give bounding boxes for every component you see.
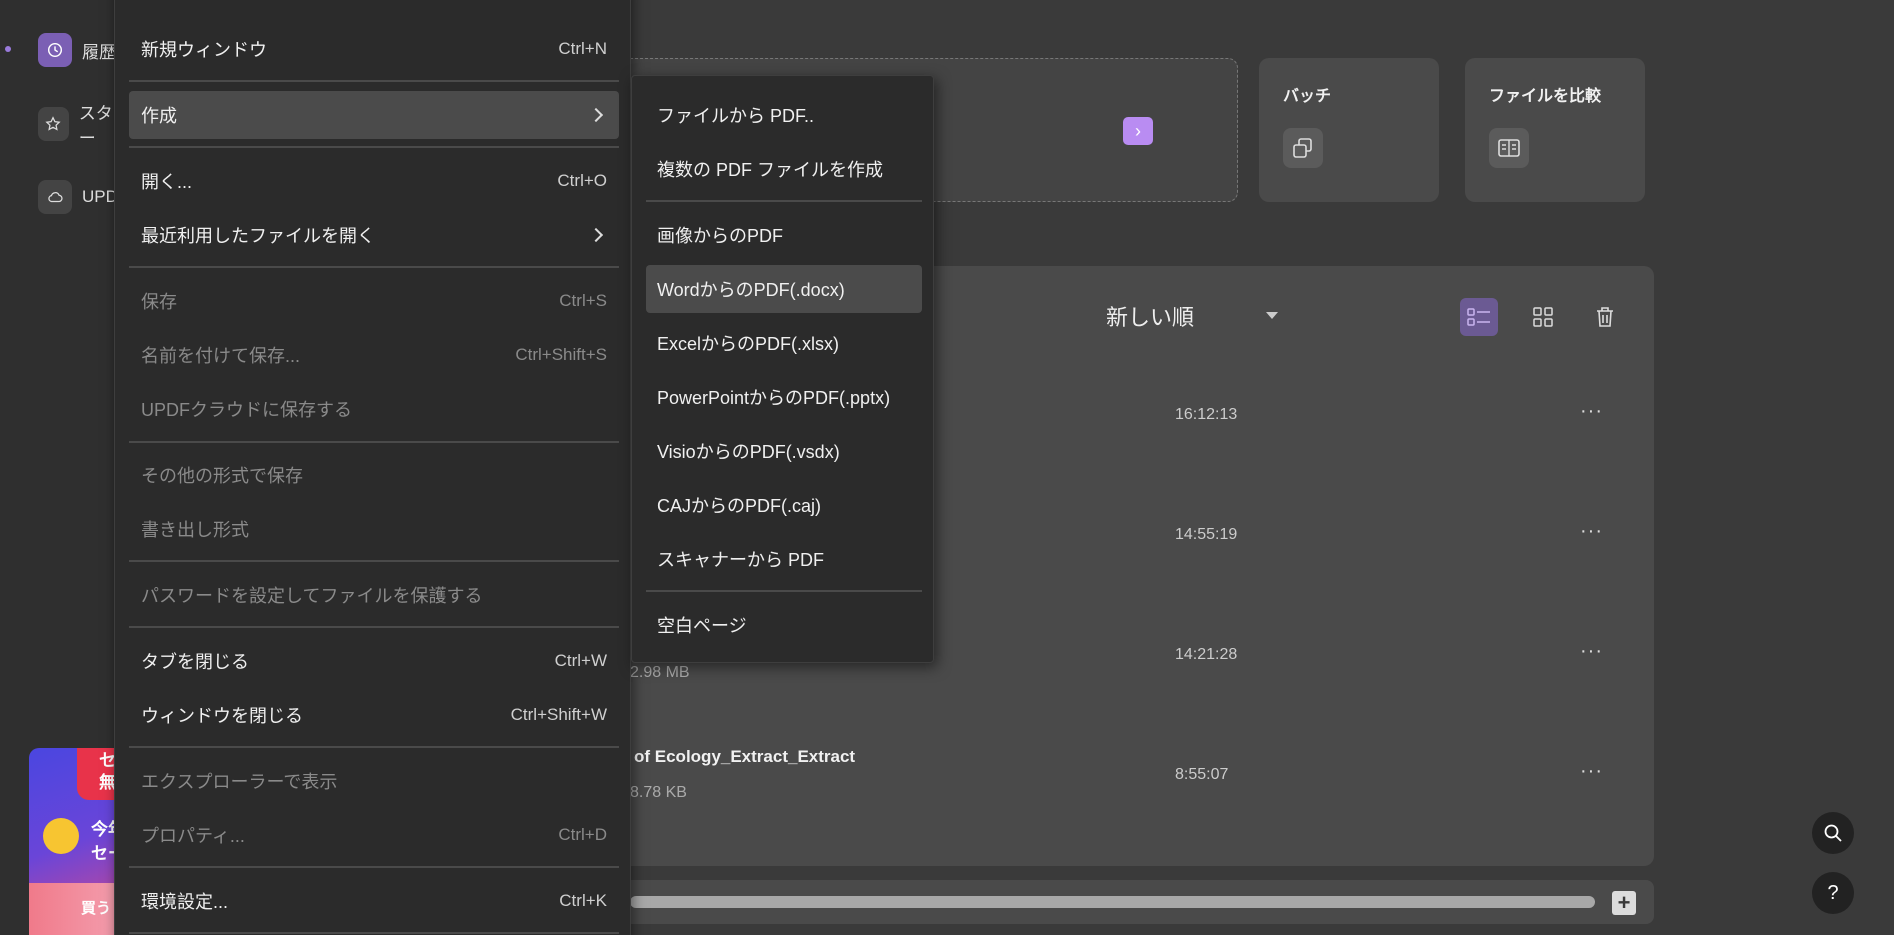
menu-item-password[interactable]: パスワードを設定してファイルを保護する	[129, 571, 619, 619]
menu-separator	[129, 932, 619, 934]
menu-separator	[129, 866, 619, 868]
create-submenu: ファイルから PDF.. 複数の PDF ファイルを作成 画像からのPDF Wo…	[631, 75, 934, 663]
menu-item-close-window[interactable]: ウィンドウを閉じる Ctrl+Shift+W	[129, 691, 619, 739]
horizontal-scrollbar[interactable]	[630, 896, 1595, 908]
batch-card[interactable]: バッチ	[1259, 58, 1439, 202]
sidebar-item-label: UPD	[82, 187, 118, 206]
more-icon[interactable]: ···	[1580, 760, 1603, 783]
emoji-icon	[43, 818, 79, 854]
arrow-right-icon[interactable]: ›	[1123, 117, 1153, 145]
buy-button[interactable]: 買う	[29, 883, 125, 935]
chevron-right-icon	[588, 227, 604, 243]
row-time: 8:55:07	[1175, 766, 1229, 783]
menu-item-save-cloud[interactable]: UPDFクラウドに保存する	[129, 385, 619, 433]
menu-separator	[646, 200, 922, 202]
file-menu: 新規ウィンドウ Ctrl+N 作成 開く... Ctrl+O 最近利用したファイ…	[114, 0, 631, 935]
row-time: 14:55:19	[1175, 526, 1238, 543]
menu-item-close-tab[interactable]: タブを閉じる Ctrl+W	[129, 637, 619, 685]
chevron-down-icon[interactable]	[1266, 312, 1278, 319]
menu-separator	[129, 146, 619, 148]
chevron-right-icon	[588, 107, 604, 123]
menu-item-properties[interactable]: プロパティ... Ctrl+D	[129, 811, 619, 859]
menu-item-recent[interactable]: 最近利用したファイルを開く	[129, 211, 619, 259]
row-time: 14:21:28	[1175, 646, 1238, 663]
search-icon[interactable]	[1812, 812, 1854, 854]
menu-separator	[129, 626, 619, 628]
menu-item-save-as[interactable]: 名前を付けて保存... Ctrl+Shift+S	[129, 331, 619, 379]
menu-separator	[129, 80, 619, 82]
menu-item-create[interactable]: 作成	[129, 91, 619, 139]
menu-item-save-other[interactable]: その他の形式で保存	[129, 451, 619, 499]
submenu-item-from-excel[interactable]: ExcelからのPDF(.xlsx)	[646, 319, 922, 367]
row-size: 2.98 MB	[630, 664, 690, 681]
help-icon[interactable]: ?	[1812, 872, 1854, 914]
row-size: 8.78 KB	[630, 784, 687, 801]
compare-icon	[1489, 128, 1529, 168]
submenu-item-from-file[interactable]: ファイルから PDF..	[646, 91, 922, 139]
submenu-item-blank-page[interactable]: 空白ページ	[646, 601, 922, 649]
more-icon[interactable]: ···	[1580, 400, 1603, 423]
menu-separator	[129, 560, 619, 562]
menu-item-open[interactable]: 開く... Ctrl+O	[129, 157, 619, 205]
sidebar-item-history[interactable]: 履歴	[38, 32, 116, 68]
sidebar-item-starred[interactable]: スター	[38, 104, 125, 148]
plus-icon[interactable]: +	[1612, 890, 1636, 915]
sidebar-item-label: 履歴	[82, 42, 116, 62]
more-icon[interactable]: ···	[1580, 520, 1603, 543]
batch-title: バッチ	[1283, 88, 1332, 105]
submenu-item-from-scanner[interactable]: スキャナーから PDF	[646, 535, 922, 583]
submenu-item-multiple-pdf[interactable]: 複数の PDF ファイルを作成	[646, 145, 922, 193]
submenu-item-from-powerpoint[interactable]: PowerPointからのPDF(.pptx)	[646, 373, 922, 421]
menu-separator	[129, 441, 619, 443]
cloud-icon	[38, 180, 72, 214]
list-view-icon[interactable]	[1460, 298, 1498, 336]
trash-icon[interactable]	[1586, 298, 1624, 336]
submenu-item-from-image[interactable]: 画像からのPDF	[646, 211, 922, 259]
menu-separator	[129, 266, 619, 268]
submenu-item-from-word[interactable]: WordからのPDF(.docx)	[646, 265, 922, 313]
menu-separator	[646, 590, 922, 592]
submenu-item-from-caj[interactable]: CAJからのPDF(.caj)	[646, 481, 922, 529]
batch-icon	[1283, 128, 1323, 168]
more-icon[interactable]: ···	[1580, 640, 1603, 663]
row-name[interactable]: of Ecology_Extract_Extract	[634, 747, 855, 767]
compare-title: ファイルを比較	[1489, 88, 1602, 105]
menu-item-show-explorer[interactable]: エクスプローラーで表示	[129, 757, 619, 805]
row-time: 16:12:13	[1175, 406, 1238, 423]
promo-banner[interactable]: セ 無 今年 セー 買う	[29, 748, 125, 935]
grid-view-icon[interactable]	[1524, 298, 1562, 336]
submenu-item-from-visio[interactable]: VisioからのPDF(.vsdx)	[646, 427, 922, 475]
menu-item-export[interactable]: 書き出し形式	[129, 505, 619, 553]
menu-item-save[interactable]: 保存 Ctrl+S	[129, 277, 619, 325]
clock-icon	[38, 33, 72, 67]
sort-dropdown[interactable]: 新しい順	[1106, 300, 1194, 332]
menu-separator	[129, 746, 619, 748]
menu-item-new-window[interactable]: 新規ウィンドウ Ctrl+N	[129, 25, 619, 73]
active-indicator	[5, 46, 11, 52]
compare-card[interactable]: ファイルを比較	[1465, 58, 1645, 202]
star-icon	[38, 107, 69, 141]
sidebar-item-cloud[interactable]: UPD	[38, 179, 118, 215]
menu-item-preferences[interactable]: 環境設定... Ctrl+K	[129, 877, 619, 925]
